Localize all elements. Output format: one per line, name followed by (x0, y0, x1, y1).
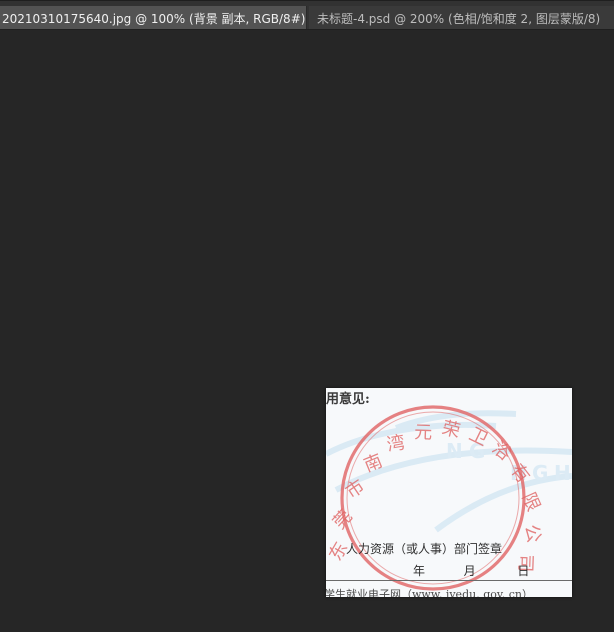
document-image[interactable]: N G H N G 东 莞 市 南 湾 元 荣 卫 浴 有 限 公 司 用意见:… (326, 388, 572, 597)
svg-text:元: 元 (414, 422, 433, 444)
tab-label: 未标题-4.psd @ 200% (色相/饱和度 2, 图层蒙版/8) (317, 12, 601, 26)
document-tab-bar: 20210310175640.jpg @ 100% (背景 副本, RGB/8#… (0, 0, 614, 31)
svg-text:市: 市 (342, 476, 369, 503)
approval-heading: 用意见: (326, 392, 370, 407)
photoshop-window: 20210310175640.jpg @ 100% (背景 副本, RGB/8#… (0, 0, 614, 632)
svg-text:南: 南 (361, 450, 386, 476)
svg-text:限: 限 (517, 489, 544, 514)
separator-line (326, 580, 572, 581)
svg-text:卫: 卫 (466, 424, 491, 451)
svg-text:湾: 湾 (385, 432, 406, 456)
tab-jpg-document[interactable]: 20210310175640.jpg @ 100% (背景 副本, RGB/8#… (0, 6, 332, 31)
year-label: 年 (413, 564, 426, 578)
svg-text:公: 公 (520, 523, 544, 545)
hr-signature-label: 人力资源（或人事）部门签章 (346, 542, 503, 556)
canvas-area[interactable]: N G H N G 东 莞 市 南 湾 元 荣 卫 浴 有 限 公 司 用意见:… (0, 30, 614, 632)
tab-psd-document[interactable]: 未标题-4.psd @ 200% (色相/饱和度 2, 图层蒙版/8) (309, 6, 614, 31)
footer-website: 学生就业电子网（www. jyedu. gov. cn） (326, 588, 533, 597)
tab-label: 20210310175640.jpg @ 100% (背景 副本, RGB/8#… (2, 12, 316, 26)
svg-text:荣: 荣 (440, 417, 463, 442)
date-line: 年 月 日 (413, 562, 529, 579)
month-label: 月 (463, 564, 476, 578)
day-label: 日 (517, 564, 530, 578)
svg-text:有: 有 (506, 460, 534, 487)
